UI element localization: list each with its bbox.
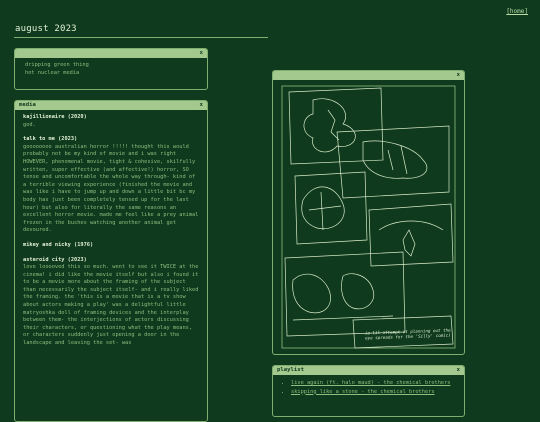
media-entry: kajillionaire (2020) god. <box>23 114 199 129</box>
media-widget-titlebar: media x <box>15 101 207 110</box>
media-entry: talk to me (2023) goooooooo australian h… <box>23 136 199 235</box>
playlist-link[interactable]: skipping like a stone - the chemical bro… <box>291 389 435 395</box>
media-entry-text: god. <box>23 121 36 128</box>
media-widget-title: media <box>19 102 36 108</box>
media-entry-title: asteroid city (2023) <box>23 256 87 263</box>
title-divider <box>14 37 268 38</box>
media-entry-text: goooooooo australian horror !!!!! though… <box>23 143 199 234</box>
media-entry: mikey and nicky (1976) <box>23 242 199 250</box>
media-entry: asteroid city (2023) love looooved this … <box>23 257 199 348</box>
comic-sketch-image <box>281 85 456 349</box>
sketch-close-button[interactable]: x <box>457 71 460 80</box>
playlist-widget-titlebar: playlist x <box>273 366 464 375</box>
notes-widget: x dripping green thing hot nuclear media <box>14 48 208 90</box>
media-widget: media x kajillionaire (2020) god. talk t… <box>14 100 208 422</box>
playlist-item: live again (ft. halo maud) - the chemica… <box>291 380 456 388</box>
notes-line: hot nuclear media <box>25 69 80 76</box>
playlist-item: skipping like a stone - the chemical bro… <box>291 389 456 397</box>
media-close-button[interactable]: x <box>200 101 203 110</box>
playlist-close-button[interactable]: x <box>457 366 460 375</box>
sketch-widget: x (a lil attempt at planning out the eye… <box>272 70 465 355</box>
media-entry-title: mikey and nicky (1976) <box>23 241 94 248</box>
notes-widget-titlebar: x <box>15 49 207 58</box>
playlist-widget: playlist x live again (ft. halo maud) - … <box>272 365 465 417</box>
home-link[interactable]: [home] <box>506 8 528 15</box>
page-title: august 2023 <box>15 24 77 34</box>
notes-line: dripping green thing <box>25 62 89 68</box>
media-entry-text: love looooved this so much. went to see … <box>23 264 199 347</box>
playlist-widget-title: playlist <box>277 367 304 373</box>
notes-close-button[interactable]: x <box>200 49 203 58</box>
playlist-link[interactable]: live again (ft. halo maud) - the chemica… <box>291 380 450 386</box>
media-list: kajillionaire (2020) god. talk to me (20… <box>15 110 207 359</box>
sketch-widget-titlebar: x <box>273 71 464 80</box>
media-entry-title: talk to me (2023) <box>23 136 78 143</box>
playlist-list: live again (ft. halo maud) - the chemica… <box>273 375 464 402</box>
media-entry-title: kajillionaire (2020) <box>23 114 87 120</box>
